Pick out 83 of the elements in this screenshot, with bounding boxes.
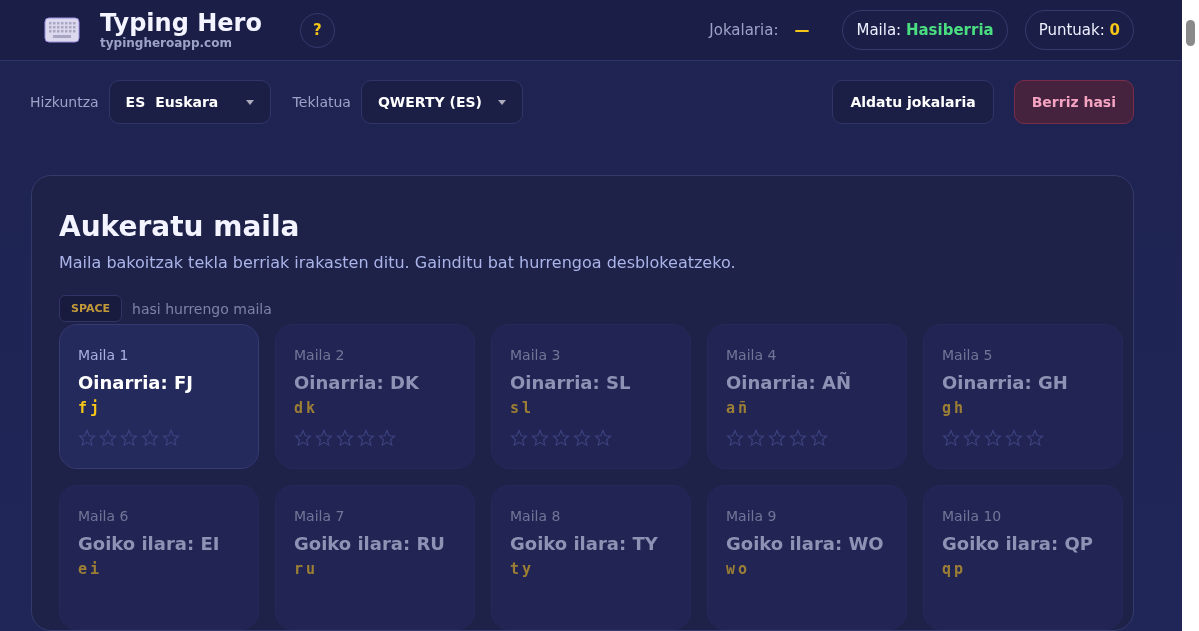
star-icon [810,429,828,447]
star-icon [378,429,396,447]
star-icon [531,429,549,447]
star-icon [357,429,375,447]
level-name: Oinarria: AÑ [726,372,852,393]
restart-button[interactable]: Berriz hasi [1013,80,1134,124]
level-name: Goiko ilara: RU [294,533,446,554]
star-icon [594,429,612,447]
level-card[interactable]: Maila 6 Goiko ilara: EI ei [59,485,259,630]
star-icon [510,429,528,447]
help-button[interactable]: ? [299,12,335,48]
level-name: Oinarria: FJ [78,372,194,393]
app-website: typingheroapp.com [100,37,233,49]
level-number: Maila 4 [726,347,778,363]
keyboard-label: Teklatua [292,94,351,110]
star-icon [315,429,333,447]
change-player-button[interactable]: Aldatu jokalaria [832,80,994,124]
level-card[interactable]: Maila 5 Oinarria: GH gh [923,324,1123,469]
level-keys: sl [510,399,672,417]
language-label: Hizkuntza [30,94,99,110]
level-card[interactable]: Maila 8 Goiko ilara: TY ty [491,485,691,630]
player-label: Jokalaria: [709,21,779,39]
level-keys: ei [78,560,240,578]
level-card[interactable]: Maila 9 Goiko ilara: WO wo [707,485,907,630]
level-name: Oinarria: SL [510,372,632,393]
level-number: Maila 7 [294,508,346,524]
level-card[interactable]: Maila 1 Oinarria: FJ fj [59,324,259,469]
hint-text: hasi hurrengo maila [132,300,272,317]
level-number: Maila 2 [294,347,346,363]
star-icon [99,429,117,447]
level-number: Maila 1 [78,347,130,363]
star-icon [942,429,960,447]
level-card[interactable]: Maila 2 Oinarria: DK dk [275,324,475,469]
level-keys: añ [726,399,888,417]
star-icon [984,429,1002,447]
level-name: Goiko ilara: QP [942,533,1094,554]
star-icon [573,429,591,447]
star-icon [963,429,981,447]
star-icon [747,429,765,447]
level-name: Oinarria: DK [294,372,420,393]
level-number: Maila 5 [942,347,994,363]
star-icon [768,429,786,447]
star-icon [120,429,138,447]
level-keys: dk [294,399,456,417]
star-icon [1026,429,1044,447]
level-card[interactable]: Maila 10 Goiko ilara: QP qp [923,485,1123,630]
level-number: Maila 3 [510,347,562,363]
level-keys: ty [510,560,672,578]
level-name: Oinarria: GH [942,372,1069,393]
level-card[interactable]: Maila 7 Goiko ilara: RU ru [275,485,475,630]
level-keys: ru [294,560,456,578]
star-icon [726,429,744,447]
star-icon [78,429,96,447]
level-keys: qp [942,560,1104,578]
star-icon [294,429,312,447]
language-select[interactable]: ES Euskara [108,80,271,124]
keyboard-icon [44,17,80,43]
space-key: SPACE [59,295,123,322]
level-number: Maila 10 [942,508,1003,524]
level-keys: gh [942,399,1104,417]
panel-title: Aukeratu maila [59,210,301,243]
level-name: Goiko ilara: TY [510,533,659,554]
level-card[interactable]: Maila 3 Oinarria: SL sl [491,324,691,469]
panel-description: Maila bakoitzak tekla berriak irakasten ditu. Gainditu bat hurrengoa desblokeatzeko. [59,253,737,272]
scrollbar[interactable] [1182,0,1199,631]
star-icon [141,429,159,447]
star-icon [336,429,354,447]
level-number: Maila 6 [78,508,130,524]
level-number: Maila 9 [726,508,778,524]
player-value: — [794,21,810,39]
caret-icon [245,99,254,105]
star-icon [1005,429,1023,447]
star-icon [162,429,180,447]
level-number: Maila 8 [510,508,562,524]
level-keys: fj [78,399,240,417]
level-keys: wo [726,560,888,578]
level-card[interactable]: Maila 4 Oinarria: AÑ añ [707,324,907,469]
level-name: Goiko ilara: EI [78,533,221,554]
level-name: Goiko ilara: WO [726,533,885,554]
keyboard-select[interactable]: QWERTY (ES) [360,80,523,124]
star-icon [789,429,807,447]
caret-icon [497,99,506,105]
star-icon [552,429,570,447]
